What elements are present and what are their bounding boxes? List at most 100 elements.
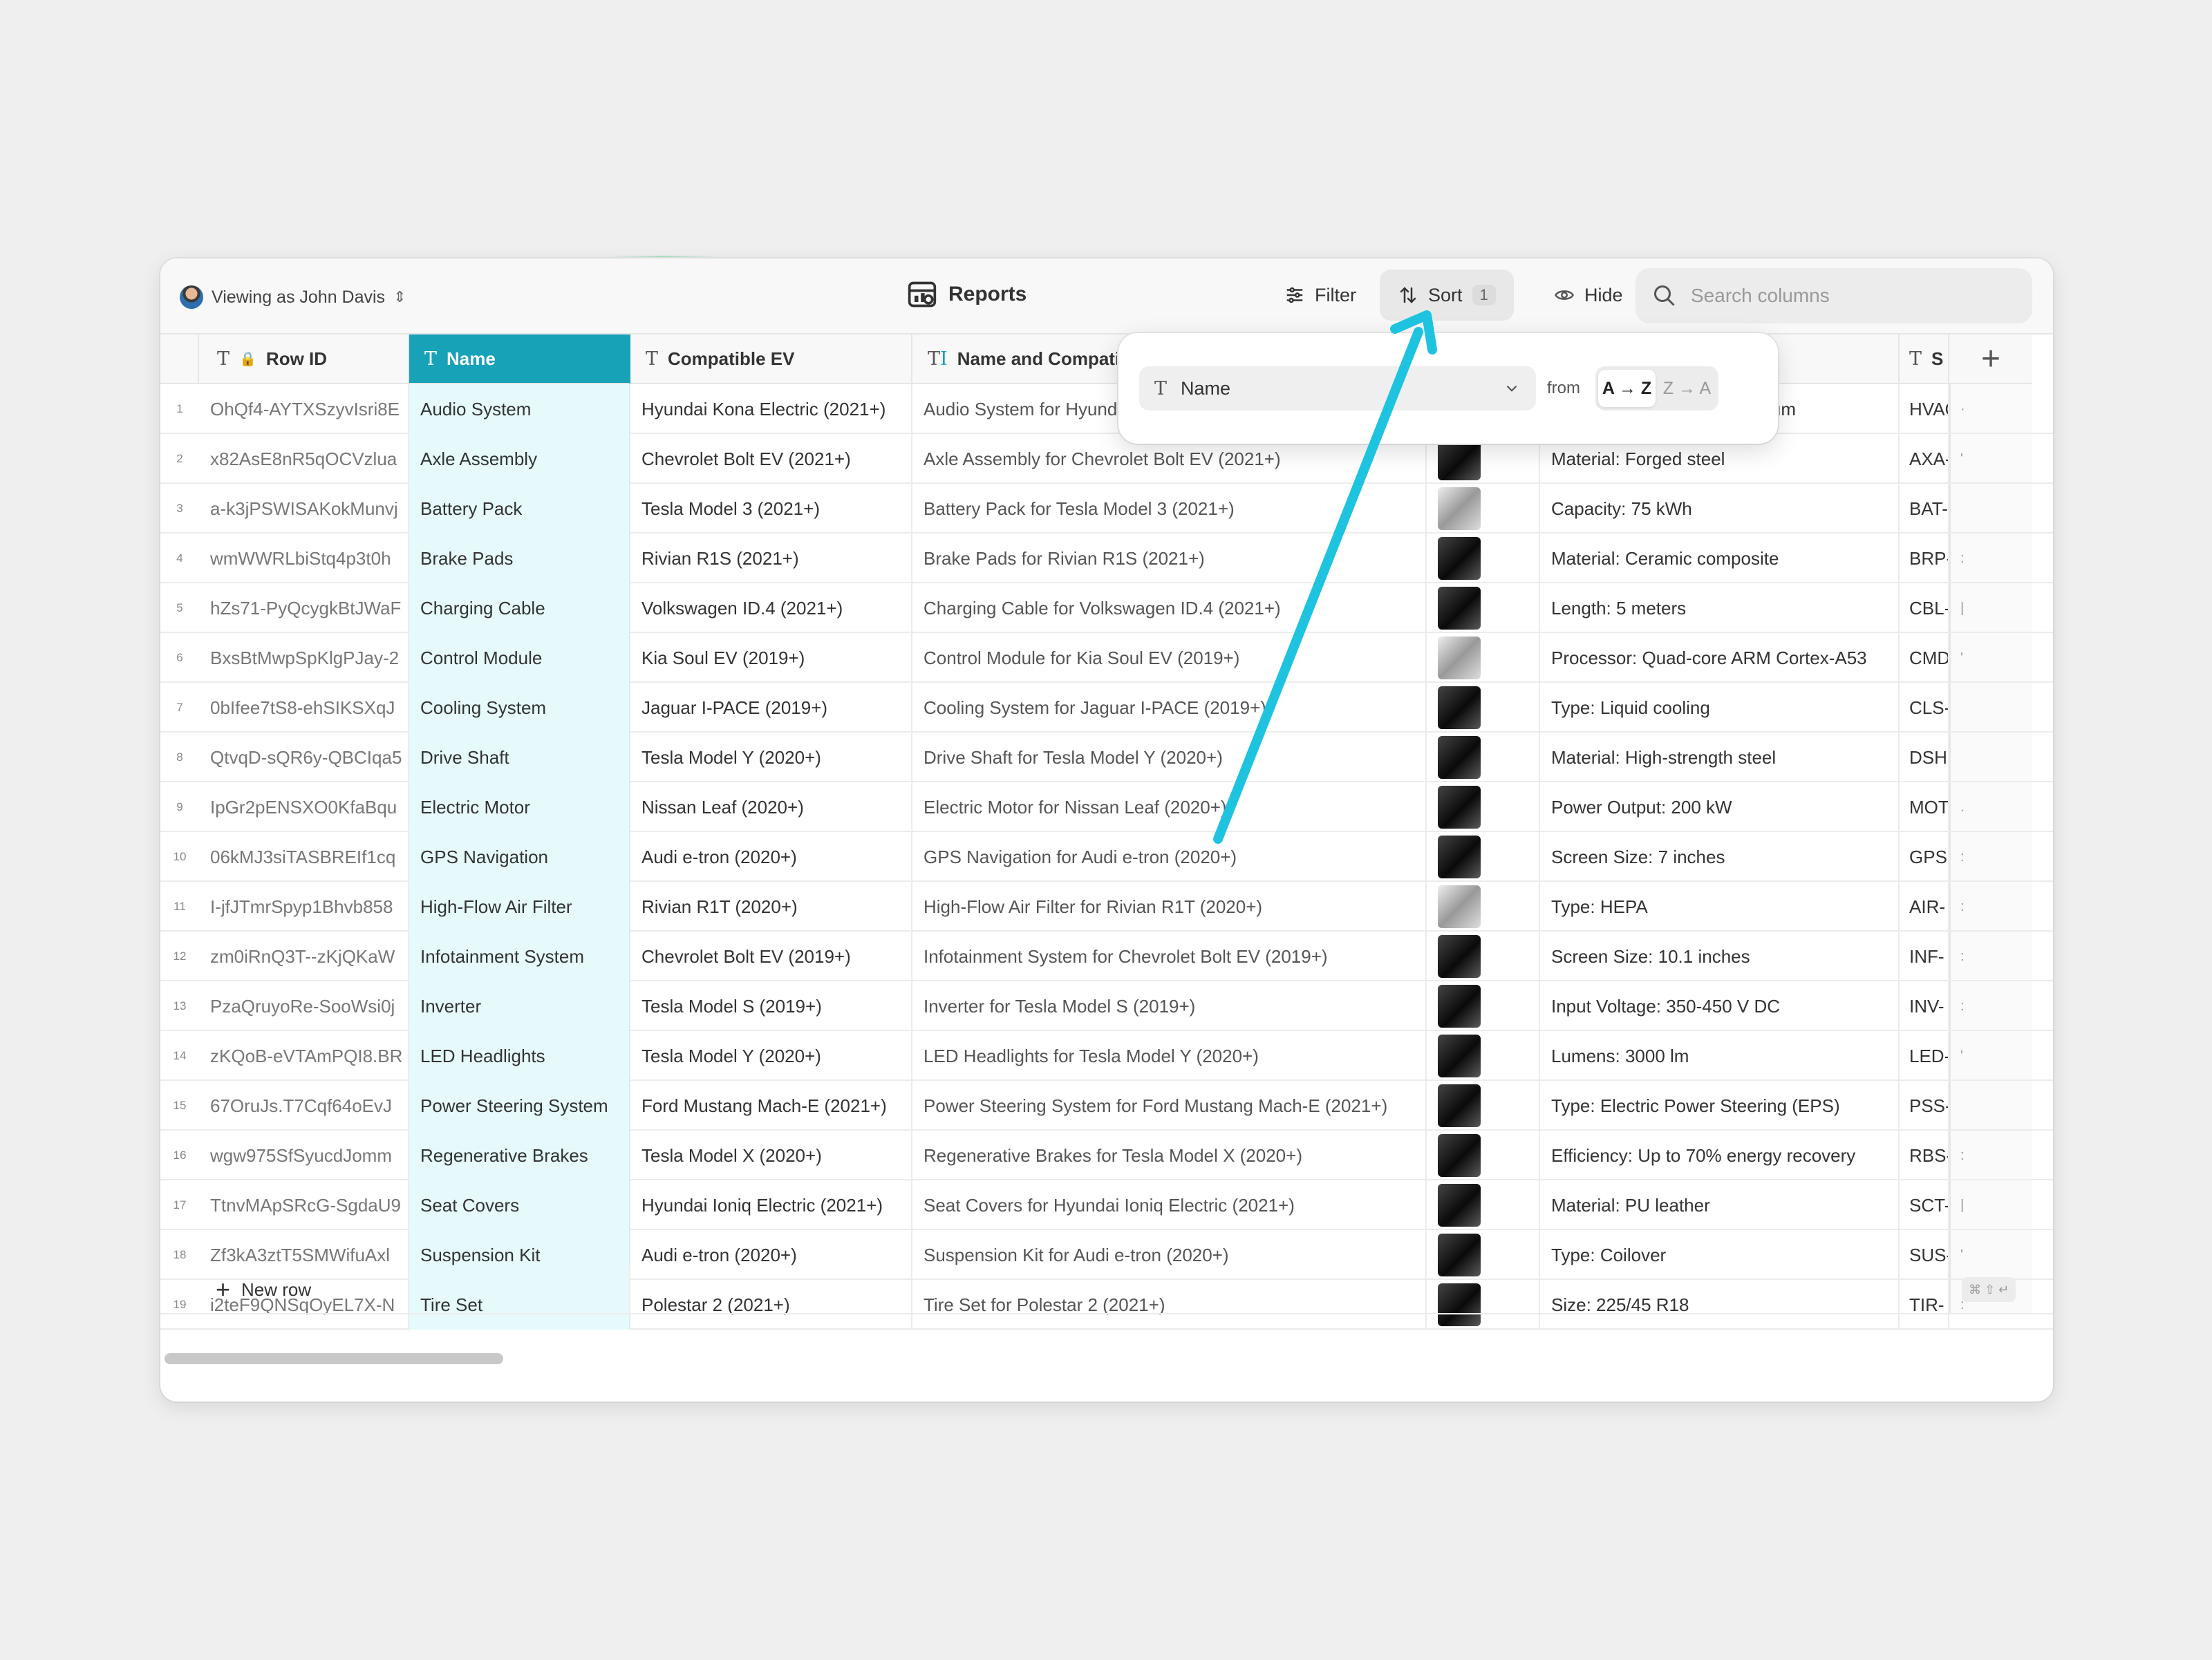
- cell-sku[interactable]: CMD: [1900, 633, 1949, 683]
- cell-name-and-compatible[interactable]: Control Module for Kia Soul EV (2019+): [912, 633, 1427, 683]
- cell-sku[interactable]: INV-: [1900, 981, 1949, 1031]
- cell-name-and-compatible[interactable]: Infotainment System for Chevrolet Bolt E…: [912, 932, 1427, 981]
- cell-name[interactable]: Power Steering System: [409, 1081, 630, 1131]
- cell-extra[interactable]: :: [1949, 882, 2032, 932]
- table-row[interactable]: 5 hZs71-PyQcygkBtJWaF Charging Cable Volksw…: [160, 583, 2053, 633]
- cell-specification[interactable]: Screen Size: 7 inches: [1540, 832, 1900, 882]
- cell-image[interactable]: [1427, 1031, 1540, 1081]
- table-row[interactable]: 3 a-k3jPSWISAKokMunvj Battery Pack Tesla Mo…: [160, 484, 2053, 534]
- cell-compatible-ev[interactable]: Tesla Model Y (2020+): [630, 1031, 912, 1081]
- cell-compatible-ev[interactable]: Rivian R1T (2020+): [630, 882, 912, 932]
- cell-specification[interactable]: Efficiency: Up to 70% energy recovery: [1540, 1131, 1900, 1180]
- cell-name[interactable]: Drive Shaft: [409, 733, 630, 782]
- cell-specification[interactable]: Capacity: 75 kWh: [1540, 484, 1900, 534]
- part-thumbnail[interactable]: [1438, 1184, 1481, 1227]
- cell-row-id[interactable]: a-k3jPSWISAKokMunvj: [199, 484, 409, 534]
- cell-name[interactable]: Cooling System: [409, 683, 630, 733]
- cell-image[interactable]: [1427, 733, 1540, 782]
- cell-compatible-ev[interactable]: Tesla Model 3 (2021+): [630, 484, 912, 534]
- part-thumbnail[interactable]: [1438, 786, 1481, 829]
- cell-image[interactable]: [1427, 981, 1540, 1031]
- part-thumbnail[interactable]: [1438, 686, 1481, 729]
- table-row[interactable]: 6 BxsBtMwpSpKlgPJay-2 Control Module Kia So…: [160, 633, 2053, 683]
- table-row[interactable]: 7 0bIfee7tS8-ehSIKSXqJ Cooling System Jagua…: [160, 683, 2053, 733]
- cell-extra[interactable]: [1949, 484, 2032, 534]
- cell-name-and-compatible[interactable]: Brake Pads for Rivian R1S (2021+): [912, 534, 1427, 583]
- cell-compatible-ev[interactable]: Chevrolet Bolt EV (2021+): [630, 434, 912, 484]
- cell-specification[interactable]: Type: Liquid cooling: [1540, 683, 1900, 733]
- cell-name-and-compatible[interactable]: Charging Cable for Volkswagen ID.4 (2021…: [912, 583, 1427, 633]
- cell-name-and-compatible[interactable]: Drive Shaft for Tesla Model Y (2020+): [912, 733, 1427, 782]
- cell-name-and-compatible[interactable]: Power Steering System for Ford Mustang M…: [912, 1081, 1427, 1131]
- cell-specification[interactable]: Material: High-strength steel: [1540, 733, 1900, 782]
- cell-sku[interactable]: AXA-: [1900, 434, 1949, 484]
- cell-compatible-ev[interactable]: Kia Soul EV (2019+): [630, 633, 912, 683]
- cell-name[interactable]: Brake Pads: [409, 534, 630, 583]
- column-header-row-id[interactable]: T 🔒 Row ID: [199, 334, 409, 384]
- cell-name[interactable]: Electric Motor: [409, 782, 630, 832]
- cell-compatible-ev[interactable]: Chevrolet Bolt EV (2019+): [630, 932, 912, 981]
- cell-name-and-compatible[interactable]: LED Headlights for Tesla Model Y (2020+): [912, 1031, 1427, 1081]
- cell-row-id[interactable]: 0bIfee7tS8-ehSIKSXqJ: [199, 683, 409, 733]
- part-thumbnail[interactable]: [1438, 1134, 1481, 1177]
- cell-name-and-compatible[interactable]: Inverter for Tesla Model S (2019+): [912, 981, 1427, 1031]
- cell-image[interactable]: [1427, 932, 1540, 981]
- viewing-as-selector[interactable]: Viewing as John Davis ⇕: [180, 282, 406, 312]
- cell-extra[interactable]: [1949, 733, 2032, 782]
- cell-extra[interactable]: |: [1949, 583, 2032, 633]
- part-thumbnail[interactable]: [1438, 636, 1481, 679]
- cell-compatible-ev[interactable]: Tesla Model Y (2020+): [630, 733, 912, 782]
- cell-name-and-compatible[interactable]: High-Flow Air Filter for Rivian R1T (202…: [912, 882, 1427, 932]
- cell-name[interactable]: GPS Navigation: [409, 832, 630, 882]
- part-thumbnail[interactable]: [1438, 885, 1481, 928]
- cell-extra[interactable]: :: [1949, 932, 2032, 981]
- cell-specification[interactable]: Screen Size: 10.1 inches: [1540, 932, 1900, 981]
- cell-row-id[interactable]: zKQoB-eVTAmPQI8.BR: [199, 1031, 409, 1081]
- cell-image[interactable]: [1427, 832, 1540, 882]
- search-columns[interactable]: [1635, 268, 2032, 323]
- cell-sku[interactable]: INF-: [1900, 932, 1949, 981]
- cell-compatible-ev[interactable]: Nissan Leaf (2020+): [630, 782, 912, 832]
- column-header-name[interactable]: T Name: [409, 334, 630, 384]
- cell-sku[interactable]: CLS-: [1900, 683, 1949, 733]
- part-thumbnail[interactable]: [1438, 487, 1481, 530]
- cell-specification[interactable]: Lumens: 3000 lm: [1540, 1031, 1900, 1081]
- cell-compatible-ev[interactable]: Rivian R1S (2021+): [630, 534, 912, 583]
- table-row[interactable]: 13 PzaQruyoRe-SooWsi0j Inverter Tesla Model…: [160, 981, 2053, 1031]
- table-row[interactable]: 11 I-jfJTmrSpyp1Bhvb858 High-Flow Air Filt…: [160, 882, 2053, 932]
- cell-image[interactable]: [1427, 782, 1540, 832]
- table-row[interactable]: 9 IpGr2pENSXO0KfaBqu Electric Motor Nissan …: [160, 782, 2053, 832]
- table-row[interactable]: 10 06kMJ3siTASBREIf1cq GPS Navigation Audi …: [160, 832, 2053, 882]
- part-thumbnail[interactable]: [1438, 437, 1481, 480]
- column-header-compatible-ev[interactable]: T Compatible EV: [630, 334, 912, 384]
- part-thumbnail[interactable]: [1438, 935, 1481, 978]
- part-thumbnail[interactable]: [1438, 985, 1481, 1028]
- cell-row-id[interactable]: IpGr2pENSXO0KfaBqu: [199, 782, 409, 832]
- cell-sku[interactable]: AIR-: [1900, 882, 1949, 932]
- cell-sku[interactable]: GPS-: [1900, 832, 1949, 882]
- cell-specification[interactable]: Input Voltage: 350-450 V DC: [1540, 981, 1900, 1031]
- cell-image[interactable]: [1427, 1180, 1540, 1230]
- cell-name-and-compatible[interactable]: Cooling System for Jaguar I-PACE (2019+): [912, 683, 1427, 733]
- cell-sku[interactable]: DSH-: [1900, 733, 1949, 782]
- table-row[interactable]: 8 QtvqD-sQR6y-QBCIqa5 Drive Shaft Tesla Mod…: [160, 733, 2053, 782]
- sort-field-select[interactable]: T Name: [1139, 366, 1536, 411]
- cell-row-id[interactable]: wmWWRLbiStq4p3t0h: [199, 534, 409, 583]
- cell-name-and-compatible[interactable]: Electric Motor for Nissan Leaf (2020+): [912, 782, 1427, 832]
- part-thumbnail[interactable]: [1438, 736, 1481, 779]
- add-column-button[interactable]: +: [1949, 334, 2032, 384]
- cell-name[interactable]: Seat Covers: [409, 1180, 630, 1230]
- cell-image[interactable]: [1427, 1131, 1540, 1180]
- part-thumbnail[interactable]: [1438, 587, 1481, 630]
- cell-specification[interactable]: Type: Electric Power Steering (EPS): [1540, 1081, 1900, 1131]
- cell-extra[interactable]: .: [1949, 782, 2032, 832]
- search-input[interactable]: [1691, 285, 2023, 307]
- cell-row-id[interactable]: TtnvMApSRcG-SgdaU9: [199, 1180, 409, 1230]
- cell-image[interactable]: [1427, 1081, 1540, 1131]
- cell-extra[interactable]: :: [1949, 534, 2032, 583]
- cell-row-id[interactable]: 67OruJs.T7Cqf64oEvJ: [199, 1081, 409, 1131]
- cell-row-id[interactable]: x82AsE8nR5qOCVzlua: [199, 434, 409, 484]
- cell-image[interactable]: [1427, 583, 1540, 633]
- cell-name[interactable]: High-Flow Air Filter: [409, 882, 630, 932]
- cell-sku[interactable]: RBS-: [1900, 1131, 1949, 1180]
